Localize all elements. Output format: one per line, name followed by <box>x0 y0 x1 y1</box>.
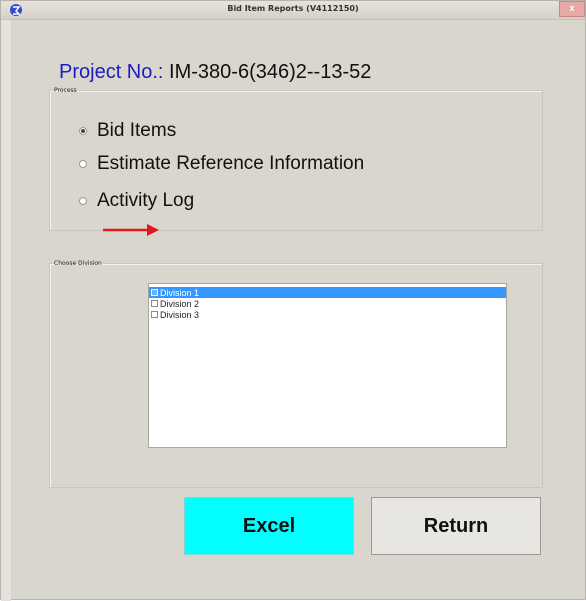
project-number-value: IM-380-6(346)2--13-52 <box>169 61 372 83</box>
window-title: Bid Item Reports (V4112150) <box>227 4 359 13</box>
list-item-label: Division 3 <box>160 309 200 320</box>
close-icon: x <box>569 3 575 13</box>
right-arrow-icon <box>103 224 159 236</box>
project-number: Project No.: IM-380-6(346)2--13-52 <box>59 61 371 84</box>
radio-label-estimate-reference: Estimate Reference Information <box>97 153 365 174</box>
division-listbox[interactable]: Division 1 Division 2 Division 3 <box>148 283 507 448</box>
close-button[interactable]: x <box>559 1 585 17</box>
return-button[interactable]: Return <box>371 497 541 555</box>
radio-activity-log[interactable]: Activity Log <box>79 187 194 215</box>
choose-division-legend: Choose Division <box>54 260 102 267</box>
radio-label-bid-items: Bid Items <box>97 120 177 141</box>
list-item-division-3[interactable]: Division 3 <box>149 309 506 320</box>
process-legend: Process <box>54 87 77 94</box>
window-left-edge <box>1 20 11 601</box>
checkbox[interactable] <box>151 289 158 296</box>
list-item-division-1[interactable]: Division 1 <box>149 287 506 298</box>
bid-item-reports-window: Bid Item Reports (V4112150) x Project No… <box>0 0 586 601</box>
list-item-division-2[interactable]: Division 2 <box>149 298 506 309</box>
radio-button[interactable] <box>79 160 87 168</box>
excel-button[interactable]: Excel <box>184 497 354 555</box>
radio-label-activity-log: Activity Log <box>97 190 195 211</box>
radio-estimate-reference[interactable]: Estimate Reference Information <box>79 150 364 178</box>
radio-button-selected[interactable] <box>79 127 87 135</box>
list-item-label: Division 1 <box>160 287 200 298</box>
checkbox[interactable] <box>151 311 158 318</box>
radio-bid-items[interactable]: Bid Items <box>79 117 176 145</box>
list-item-label: Division 2 <box>160 298 200 309</box>
checkbox[interactable] <box>151 300 158 307</box>
radio-button[interactable] <box>79 197 87 205</box>
title-bar[interactable]: Bid Item Reports (V4112150) x <box>1 1 585 20</box>
project-number-label: Project No.: <box>59 61 164 83</box>
